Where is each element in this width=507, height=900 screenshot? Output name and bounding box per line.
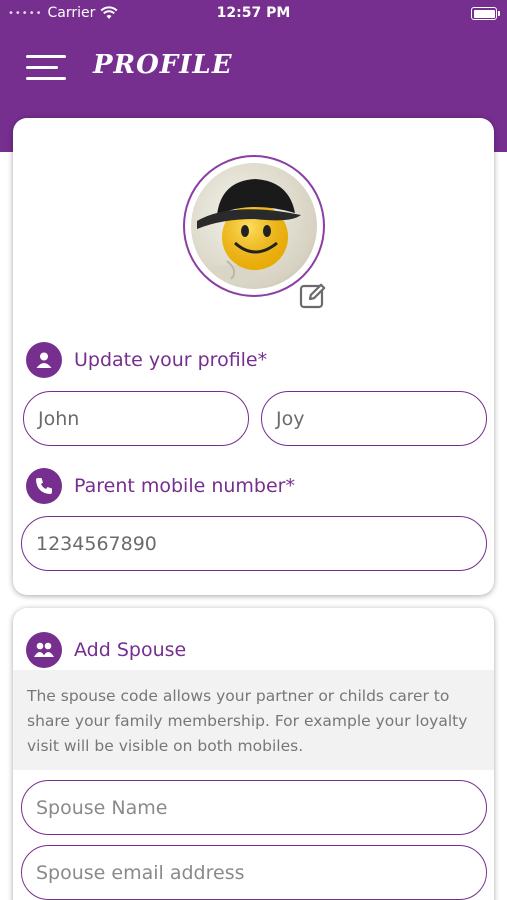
person-icon <box>26 342 62 378</box>
phone-icon <box>26 468 62 504</box>
spouse-email-input[interactable]: Spouse email address <box>21 845 487 900</box>
add-spouse-heading: Add Spouse <box>26 632 186 668</box>
avatar[interactable] <box>191 163 317 289</box>
page-title: PROFILE <box>93 50 233 80</box>
update-profile-heading: Update your profile* <box>26 342 267 378</box>
avatar-ring <box>183 155 325 297</box>
people-icon <box>26 632 62 668</box>
update-profile-label: Update your profile* <box>74 349 268 371</box>
status-time: 12:57 PM <box>216 5 291 21</box>
spouse-description: The spouse code allows your partner or c… <box>13 670 494 770</box>
avatar-image <box>197 179 301 285</box>
battery-icon <box>471 7 500 20</box>
mobile-heading: Parent mobile number* <box>26 468 295 504</box>
first-name-field[interactable]: John <box>23 391 249 446</box>
last-name-field[interactable]: Joy <box>261 391 487 446</box>
status-bar: ••••• Carrier 12:57 PM <box>0 0 507 28</box>
mobile-label: Parent mobile number* <box>74 475 295 497</box>
hamburger-menu-icon[interactable] <box>26 55 66 81</box>
profile-card: Update your profile* John Joy Parent mob… <box>13 118 494 595</box>
mobile-number-field[interactable]: 1234567890 <box>21 516 487 571</box>
add-spouse-label: Add Spouse <box>74 639 187 661</box>
edit-icon[interactable] <box>298 281 328 311</box>
spouse-name-input[interactable]: Spouse Name <box>21 780 487 835</box>
spouse-card: Add Spouse The spouse code allows your p… <box>13 608 494 900</box>
